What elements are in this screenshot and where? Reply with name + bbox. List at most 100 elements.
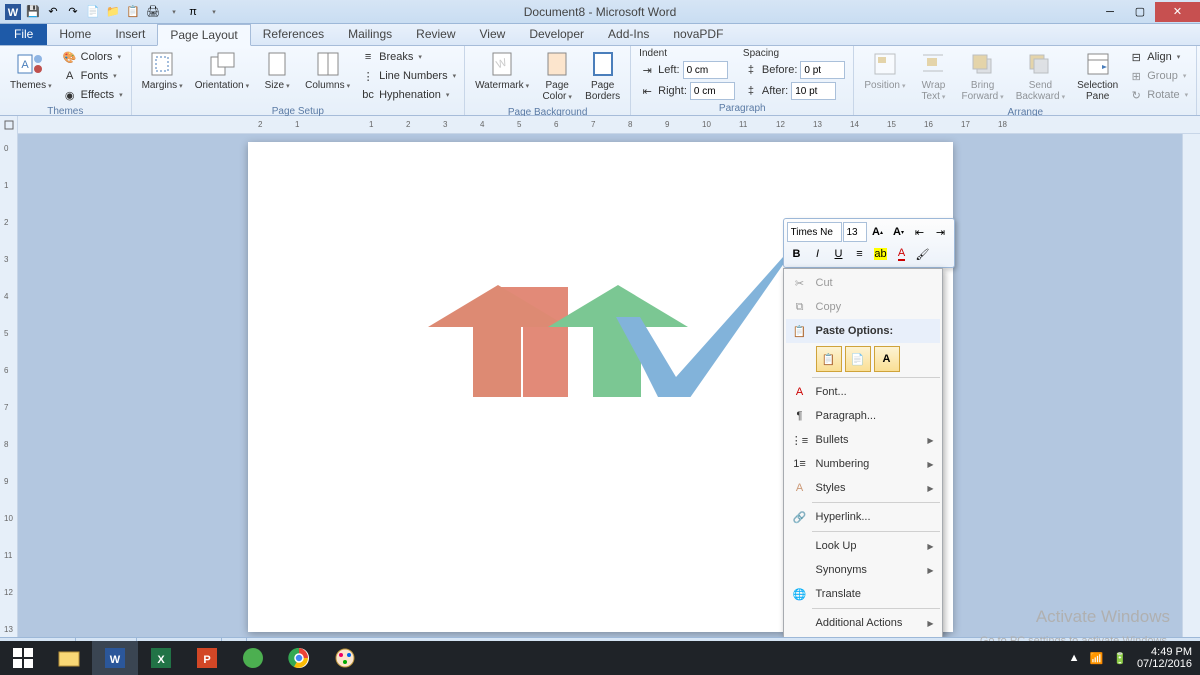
line-numbers-button[interactable]: ⋮Line Numbers	[358, 67, 458, 85]
minimize-button[interactable]: ─	[1095, 2, 1125, 22]
highlight-icon[interactable]: ab	[871, 244, 891, 264]
align-button[interactable]: ⊟Align	[1126, 48, 1190, 66]
rotate-button[interactable]: ↻Rotate	[1126, 86, 1190, 104]
send-backward-button[interactable]: Send Backward	[1012, 48, 1069, 105]
font-color-icon[interactable]: A	[892, 244, 912, 264]
watermark-button[interactable]: WWatermark	[471, 48, 533, 94]
position-button[interactable]: Position	[860, 48, 909, 94]
selection-pane-button[interactable]: Selection Pane	[1073, 48, 1122, 104]
indent-right-input[interactable]	[690, 82, 735, 100]
size-button[interactable]: Size	[257, 48, 297, 94]
task-word[interactable]: W	[92, 641, 138, 675]
breaks-button[interactable]: ≡Breaks	[358, 48, 458, 66]
ctx-lookup[interactable]: Look Up▶	[786, 534, 940, 558]
paste-text-only[interactable]: A	[874, 346, 900, 372]
decrease-indent-icon[interactable]: ⇤	[910, 222, 930, 242]
ctx-styles[interactable]: AStyles▶	[786, 476, 940, 500]
tray-battery-icon[interactable]: 🔋	[1113, 652, 1127, 665]
tab-view[interactable]: View	[468, 24, 518, 45]
qat-customize-icon[interactable]	[204, 3, 222, 21]
ctx-numbering[interactable]: 1≡Numbering▶	[786, 452, 940, 476]
maximize-button[interactable]: ▢	[1125, 2, 1155, 22]
task-app-green[interactable]	[230, 641, 276, 675]
task-excel[interactable]: X	[138, 641, 184, 675]
task-paint[interactable]	[322, 641, 368, 675]
tray-icon[interactable]: ▲	[1069, 652, 1080, 664]
vertical-ruler[interactable]: 012345678910111213	[0, 134, 18, 637]
tab-file[interactable]: File	[0, 24, 47, 45]
indent-left-input[interactable]	[683, 61, 728, 79]
grow-font-icon[interactable]: A▴	[868, 222, 888, 242]
task-explorer[interactable]	[46, 641, 92, 675]
document-page[interactable]: A▴ A▾ ⇤ ⇥ B I U ≡ ab A 🖌 ✂Cut ⧉Cop	[248, 142, 953, 632]
paste-keep-formatting[interactable]: 📋	[816, 346, 842, 372]
qat-icon[interactable]: 📁	[104, 3, 122, 21]
watermark-icon: W	[486, 50, 518, 78]
qat-icon[interactable]: 🖨	[144, 3, 162, 21]
ctx-additional-actions[interactable]: Additional Actions▶	[786, 611, 940, 635]
ruler-corner[interactable]	[0, 116, 18, 134]
colors-button[interactable]: 🎨Colors	[60, 48, 125, 66]
spacing-after: ‡After:	[741, 81, 847, 101]
bold-icon[interactable]: B	[787, 244, 807, 264]
word-app-icon[interactable]: W	[4, 3, 22, 21]
increase-indent-icon[interactable]: ⇥	[931, 222, 951, 242]
tab-mailings[interactable]: Mailings	[336, 24, 404, 45]
spacing-before-input[interactable]	[800, 61, 845, 79]
font-name-input[interactable]	[787, 222, 842, 242]
fonts-button[interactable]: AFonts	[60, 67, 125, 85]
tab-novapdf[interactable]: novaPDF	[661, 24, 735, 45]
ctx-font[interactable]: AFont...	[786, 380, 940, 404]
tray-clock[interactable]: 4:49 PM 07/12/2016	[1137, 646, 1192, 670]
tab-page-layout[interactable]: Page Layout	[157, 24, 250, 46]
hyphenation-icon: bc	[360, 87, 376, 103]
undo-icon[interactable]: ↶	[44, 3, 62, 21]
tab-addins[interactable]: Add-Ins	[596, 24, 661, 45]
tray-network-icon[interactable]: 📶	[1090, 652, 1104, 665]
orientation-button[interactable]: Orientation	[191, 48, 253, 94]
qat-icon[interactable]: 📋	[124, 3, 142, 21]
start-button[interactable]	[0, 641, 46, 675]
wrap-text-button[interactable]: Wrap Text	[913, 48, 953, 105]
format-painter-icon[interactable]: 🖌	[913, 244, 933, 264]
ctx-paragraph[interactable]: ¶Paragraph...	[786, 404, 940, 428]
group-button[interactable]: ⊞Group	[1126, 67, 1190, 85]
paste-merge-formatting[interactable]: 📄	[845, 346, 871, 372]
page-color-button[interactable]: Page Color	[537, 48, 577, 105]
save-icon[interactable]: 💾	[24, 3, 42, 21]
columns-button[interactable]: Columns	[301, 48, 354, 94]
effects-button[interactable]: ◉Effects	[60, 86, 125, 104]
ctx-hyperlink[interactable]: 🔗Hyperlink...	[786, 505, 940, 529]
italic-icon[interactable]: I	[808, 244, 828, 264]
close-button[interactable]: ✕	[1155, 2, 1200, 22]
themes-button[interactable]: A Themes	[6, 48, 56, 94]
tab-review[interactable]: Review	[404, 24, 467, 45]
center-icon[interactable]: ≡	[850, 244, 870, 264]
font-size-input[interactable]	[843, 222, 867, 242]
document-viewport[interactable]: A▴ A▾ ⇤ ⇥ B I U ≡ ab A 🖌 ✂Cut ⧉Cop	[18, 134, 1182, 637]
tab-developer[interactable]: Developer	[517, 24, 596, 45]
vertical-scrollbar[interactable]	[1182, 134, 1200, 637]
ctx-translate[interactable]: 🌐Translate	[786, 582, 940, 606]
qat-dropdown-icon[interactable]	[164, 3, 182, 21]
spacing-after-input[interactable]	[791, 82, 836, 100]
underline-icon[interactable]: U	[829, 244, 849, 264]
task-chrome[interactable]	[276, 641, 322, 675]
qat-icon[interactable]: 📄	[84, 3, 102, 21]
task-powerpoint[interactable]: P	[184, 641, 230, 675]
bring-forward-button[interactable]: Bring Forward	[957, 48, 1007, 105]
redo-icon[interactable]: ↷	[64, 3, 82, 21]
equation-icon[interactable]: π	[184, 3, 202, 21]
shrink-font-icon[interactable]: A▾	[889, 222, 909, 242]
margins-button[interactable]: Margins	[138, 48, 187, 94]
tab-references[interactable]: References	[251, 24, 336, 45]
hyphenation-button[interactable]: bcHyphenation	[358, 86, 458, 104]
tab-insert[interactable]: Insert	[103, 24, 157, 45]
indent-left: ⇥Left:	[637, 60, 737, 80]
horizontal-ruler[interactable]: 21123456789101112131415161718	[18, 116, 1200, 134]
ctx-synonyms[interactable]: Synonyms▶	[786, 558, 940, 582]
ctx-bullets[interactable]: ⋮≡Bullets▶	[786, 428, 940, 452]
tab-home[interactable]: Home	[47, 24, 103, 45]
submenu-arrow-icon: ▶	[927, 619, 933, 628]
page-borders-button[interactable]: Page Borders	[581, 48, 624, 104]
